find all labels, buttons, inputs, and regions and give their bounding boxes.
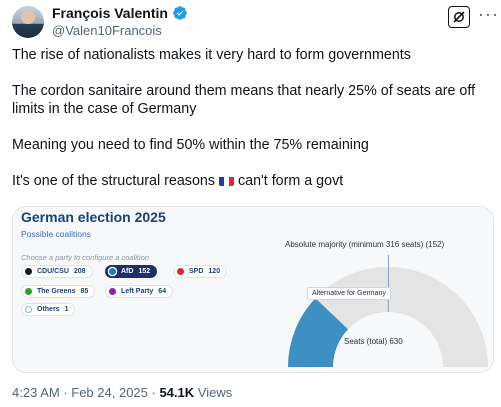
majority-label: Absolute majority (minimum 316 seats) (1… <box>285 240 445 249</box>
view-count: 54.1K <box>159 385 195 400</box>
party-tooltip: Alternative for Germany <box>307 287 391 300</box>
tweet-line-1: The rise of nationalists makes it very h… <box>12 47 411 63</box>
grok-icon <box>453 11 465 23</box>
more-button[interactable]: ··· <box>478 4 499 25</box>
tweet-time[interactable]: 4:23 AM <box>12 385 60 400</box>
embedded-chart-card[interactable]: German election 2025 Possible coalitions… <box>12 206 494 373</box>
meta-separator: · <box>147 385 160 400</box>
tweet-line-4-end: can't form a govt <box>237 173 344 189</box>
author-name-row[interactable]: François Valentin <box>52 5 188 21</box>
seat-gauge <box>288 254 488 367</box>
grok-button[interactable] <box>448 6 470 28</box>
tweet-line-2: The cordon sanitaire around them means t… <box>12 83 476 117</box>
tweet-text: The rise of nationalists makes it very h… <box>12 46 490 190</box>
tweet-date[interactable]: Feb 24, 2025 <box>71 385 148 400</box>
more-icon: ··· <box>478 4 499 24</box>
author-avatar[interactable] <box>12 6 44 38</box>
meta-separator: · <box>59 385 72 400</box>
france-flag-icon <box>218 175 234 186</box>
tweet-line-3: Meaning you need to find 50% within the … <box>12 137 369 153</box>
tweet-line-4: It's one of the structural reasons can't… <box>12 172 490 190</box>
author-name[interactable]: François Valentin <box>52 5 168 21</box>
tweet-line-4-start: It's one of the structural reasons <box>12 173 215 189</box>
verified-badge-icon <box>173 6 187 20</box>
seats-total-label: Seats (total) 630 <box>344 337 403 346</box>
author-handle[interactable]: @Valen10Francois <box>52 23 162 38</box>
views-label: Views <box>194 385 233 400</box>
tweet-meta: 4:23 AM · Feb 24, 2025 · 54.1K Views <box>12 385 232 400</box>
